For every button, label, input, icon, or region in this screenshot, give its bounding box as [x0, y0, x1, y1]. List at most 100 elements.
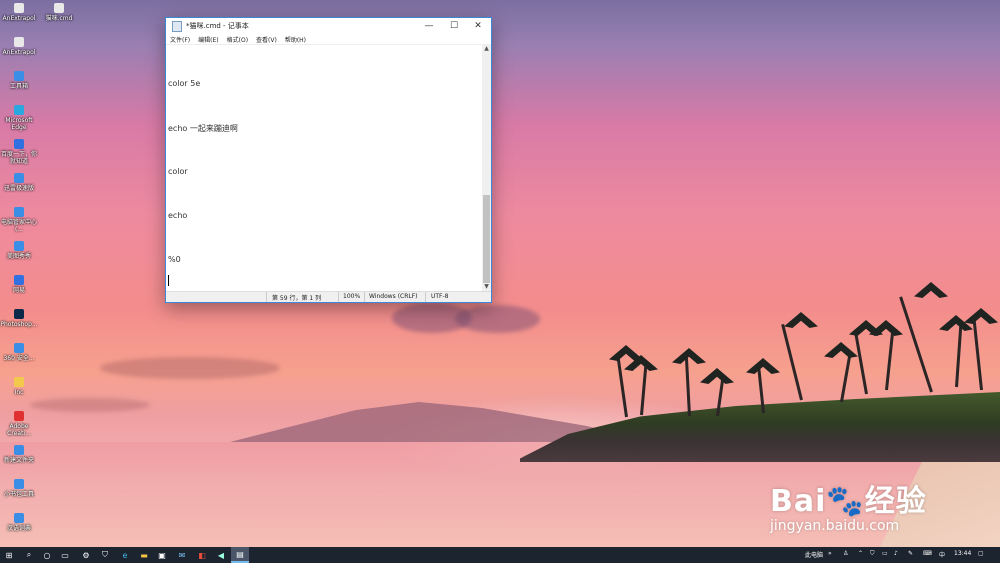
desktop-icon-label: 工具箱 [9, 83, 28, 90]
palm-fronds [700, 368, 734, 384]
desktop-icon[interactable]: AnExtrapol [0, 37, 38, 56]
cortana-icon[interactable]: ○ [38, 547, 56, 563]
window-title: *猫咪.cmd - 记事本 [186, 22, 249, 30]
shield-icon[interactable]: ⛉ [96, 547, 114, 563]
app-icon [14, 71, 24, 81]
palm-trunk [840, 352, 852, 403]
palm-trunk [972, 318, 983, 391]
palm-trunk [781, 323, 803, 401]
paw-icon: 🐾 [826, 484, 865, 519]
app-icon[interactable]: ◧ [193, 547, 211, 563]
desktop-icon-label: 360 安全... [3, 355, 35, 362]
text-line: echo [168, 211, 188, 220]
desktop-icon-label: 小书包工具 [3, 491, 34, 498]
menu-file[interactable]: 文件(F) [170, 35, 190, 44]
cmd-file-icon [54, 3, 64, 13]
app-icon [14, 513, 24, 523]
notification-icon[interactable]: ▢ [978, 550, 984, 557]
watermark-brand: Bai [770, 484, 827, 519]
store-icon[interactable]: ▣ [153, 547, 171, 563]
desktop-icon-label: 汉语词典 [6, 525, 31, 532]
divider [338, 292, 339, 302]
divider [266, 292, 267, 302]
tool-icon[interactable]: ✎ [908, 550, 913, 557]
desktop-icon-label: Inc [14, 389, 24, 396]
desktop-icon[interactable]: 小书包工具 [0, 479, 38, 498]
show-hidden-icons-icon[interactable]: ⌃ [858, 550, 863, 557]
scroll-up-arrow-icon[interactable]: ▲ [482, 45, 491, 53]
network-icon[interactable]: ▭ [882, 550, 888, 557]
desktop-icon[interactable]: 工具箱 [0, 71, 38, 90]
desktop-icon[interactable]: 百度一下，你就知道 [0, 139, 38, 165]
desktop-icon[interactable]: 网易 [0, 275, 38, 294]
desktop-icon-label: 美图秀秀 [6, 253, 31, 260]
keyboard-icon[interactable]: ⌨ [923, 550, 932, 557]
file-icon [14, 37, 24, 47]
watermark-url: jingyan.baidu.com [770, 518, 900, 534]
text-line: color [168, 167, 188, 176]
scroll-down-arrow-icon[interactable]: ▼ [482, 283, 491, 291]
volume-icon[interactable]: ♪ [894, 550, 898, 557]
desktop-icon[interactable]: AnExtrapol [0, 3, 38, 22]
desktop-icon[interactable]: 迅雷极速版 [0, 173, 38, 192]
security-icon[interactable]: ⛉ [870, 550, 875, 558]
folder-icon[interactable]: ▬ [135, 547, 153, 563]
palm-fronds [746, 358, 780, 374]
palm-fronds [914, 282, 948, 298]
desktop-icon[interactable]: Photoshop... [0, 309, 38, 328]
desktop-icon[interactable]: 猫咪.cmd [40, 3, 78, 22]
desktop-icon[interactable]: 360 安全... [0, 343, 38, 362]
desktop-icon[interactable]: Adobe Creati... [0, 411, 38, 437]
task-view-icon[interactable]: ▭ [56, 547, 74, 563]
app-icon[interactable]: ◀ [212, 547, 230, 563]
vertical-scrollbar[interactable]: ▲ ▼ [482, 45, 491, 291]
palm-fronds [824, 342, 858, 358]
app-icon [14, 479, 24, 489]
title-bar[interactable]: *猫咪.cmd - 记事本 — ☐ ✕ [166, 18, 491, 34]
search-icon[interactable]: ⌕ [20, 547, 38, 563]
watermark-brand-cn: 经验 [864, 484, 927, 519]
desktop-icon-label: Adobe Creati... [7, 423, 31, 437]
app-icon [14, 207, 24, 217]
divider [425, 292, 426, 302]
desktop-icon-label: 新建文件夹 [3, 457, 34, 464]
desktop-icon[interactable]: 美图秀秀 [0, 241, 38, 260]
edge-icon[interactable]: e [116, 547, 134, 563]
desktop-icon-label: 网易 [12, 287, 25, 294]
maximize-button[interactable]: ☐ [442, 18, 466, 34]
menu-bar: 文件(F) 编辑(E) 格式(O) 查看(V) 帮助(H) [166, 34, 491, 45]
notepad-window[interactable]: *猫咪.cmd - 记事本 — ☐ ✕ 文件(F) 编辑(E) 格式(O) 查看… [165, 17, 492, 303]
app-icon [14, 445, 24, 455]
menu-edit[interactable]: 编辑(E) [198, 35, 218, 44]
notepad-taskbar-icon[interactable]: ▤ [231, 547, 249, 563]
taskbar: ⊞ ⌕ ○ ▭ ⚙ ⛉ e ▬ ▣ ✉ ◧ ◀ ▤ 此电脑 » ♙ ⌃ ⛉ ▭ … [0, 547, 1000, 563]
start-icon[interactable]: ⊞ [0, 547, 18, 563]
menu-view[interactable]: 查看(V) [256, 35, 277, 44]
palm-fronds [624, 355, 658, 371]
people-icon[interactable]: ♙ [843, 550, 848, 557]
menu-format[interactable]: 格式(O) [227, 35, 248, 44]
desktop-icon-label: 百度一下，你就知道 [0, 151, 37, 165]
desktop-icon[interactable]: Inc [0, 377, 38, 396]
notepad-icon [172, 20, 182, 32]
clock[interactable]: 13:44 [954, 550, 971, 557]
close-button[interactable]: ✕ [466, 18, 490, 34]
desktop-icon[interactable]: Microsoft Edge [0, 105, 38, 131]
text-editor[interactable]: color 5e echo 一起来蹦迪啊 color echo %0 [166, 45, 481, 291]
chevron-icon[interactable]: » [828, 550, 832, 557]
browser-icon [14, 275, 24, 285]
settings-icon[interactable]: ⚙ [77, 547, 95, 563]
mail-icon[interactable]: ✉ [173, 547, 191, 563]
desktop-icon[interactable]: 电脑管家中心 (... [0, 207, 38, 233]
menu-help[interactable]: 帮助(H) [285, 35, 306, 44]
minimize-button[interactable]: — [417, 18, 441, 34]
desktop-icon[interactable]: 汉语词典 [0, 513, 38, 532]
encoding: UTF-8 [431, 293, 449, 300]
tray-label[interactable]: 此电脑 [805, 550, 823, 559]
app-icon [14, 241, 24, 251]
input-method-icon[interactable]: 中 [939, 550, 945, 559]
desktop-icon-label: AnExtrapol [2, 49, 36, 56]
desktop-icon[interactable]: 新建文件夹 [0, 445, 38, 464]
scrollbar-thumb[interactable] [483, 195, 490, 283]
desktop-icon-label: 迅雷极速版 [3, 185, 34, 192]
